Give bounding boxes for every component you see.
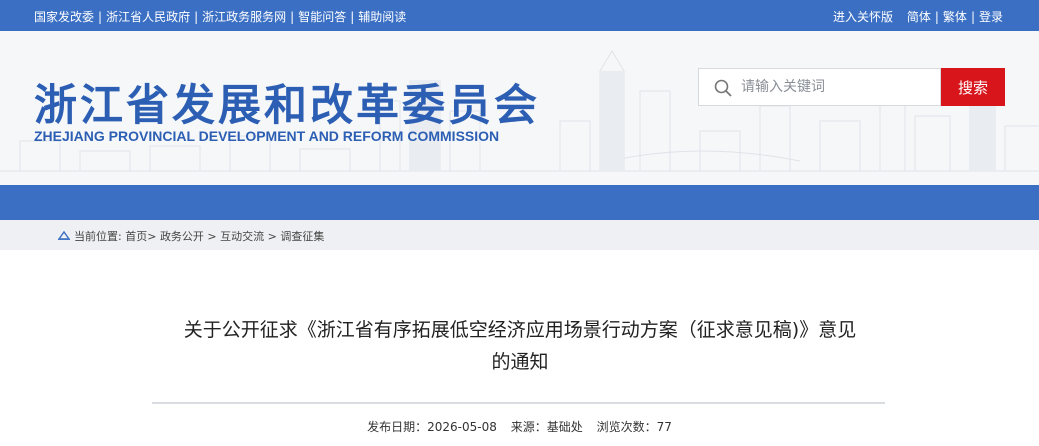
link-smart-qa[interactable]: 智能问答 [298,10,346,24]
link-ndrc[interactable]: 国家发改委 [34,10,94,24]
article-title-line1: 关于公开征求《浙江省有序拓展低空经济应用场景行动方案（征求意见稿)》意见 [183,319,857,341]
top-bar: 国家发改委 | 浙江省人民政府 | 浙江政务服务网 | 智能问答 | 辅助阅读 进入关怀版 简体… [0,0,1039,31]
link-zj-gov[interactable]: 浙江省人民政府 [106,10,190,24]
search-button[interactable]: 搜索 [941,68,1005,106]
breadcrumb-trail: 当前位置: 首页> 政务公开 > 互动交流 > 调查征集 [74,230,325,243]
article-title-line2: 的通知 [491,351,549,373]
link-simplified[interactable]: 简体 [907,10,931,24]
link-care-mode[interactable]: 进入关怀版 [833,10,893,24]
link-traditional[interactable]: 繁体 [943,10,967,24]
breadcrumb-home[interactable]: 首页 [125,230,147,243]
top-links: 国家发改委 | 浙江省人民政府 | 浙江政务服务网 | 智能问答 | 辅助阅读 [34,10,407,24]
top-right-links: 进入关怀版 简体 | 繁体 | 登录 [833,10,1003,24]
article-title: 关于公开征求《浙江省有序拓展低空经济应用场景行动方案（征求意见稿)》意见 的通知 [120,314,920,378]
site-subtitle: ZHEJIANG PROVINCIAL DEVELOPMENT AND REFO… [34,128,500,144]
breadcrumb-survey[interactable]: 调查征集 [280,230,324,243]
breadcrumb-prefix: 当前位置: [74,230,122,243]
article-meta: 发布日期：2026-05-08 来源：基础处 浏览次数：77 [0,418,1039,435]
breadcrumb-interaction[interactable]: 互动交流 [220,230,264,243]
breadcrumb: 当前位置: 首页> 政务公开 > 互动交流 > 调查征集 [0,220,1039,250]
home-icon [58,230,70,240]
article-source: 来源：基础处 [510,420,583,434]
breadcrumb-gov-affairs[interactable]: 政务公开 [160,230,204,243]
search-input[interactable] [741,69,936,105]
nav-band [0,185,1039,220]
site-title: 浙江省发展和改革委员会 [34,81,540,131]
view-count: 浏览次数：77 [596,420,672,434]
site-header: 浙江省发展和改革委员会 ZHEJIANG PROVINCIAL DEVELOPM… [0,31,1039,185]
search-box [698,68,941,106]
publish-date: 发布日期：2026-05-08 [367,420,497,434]
search-icon [714,79,732,97]
link-zj-service[interactable]: 浙江政务服务网 [202,10,286,24]
link-login[interactable]: 登录 [979,10,1003,24]
title-divider [152,402,885,404]
link-assist-read[interactable]: 辅助阅读 [358,10,406,24]
